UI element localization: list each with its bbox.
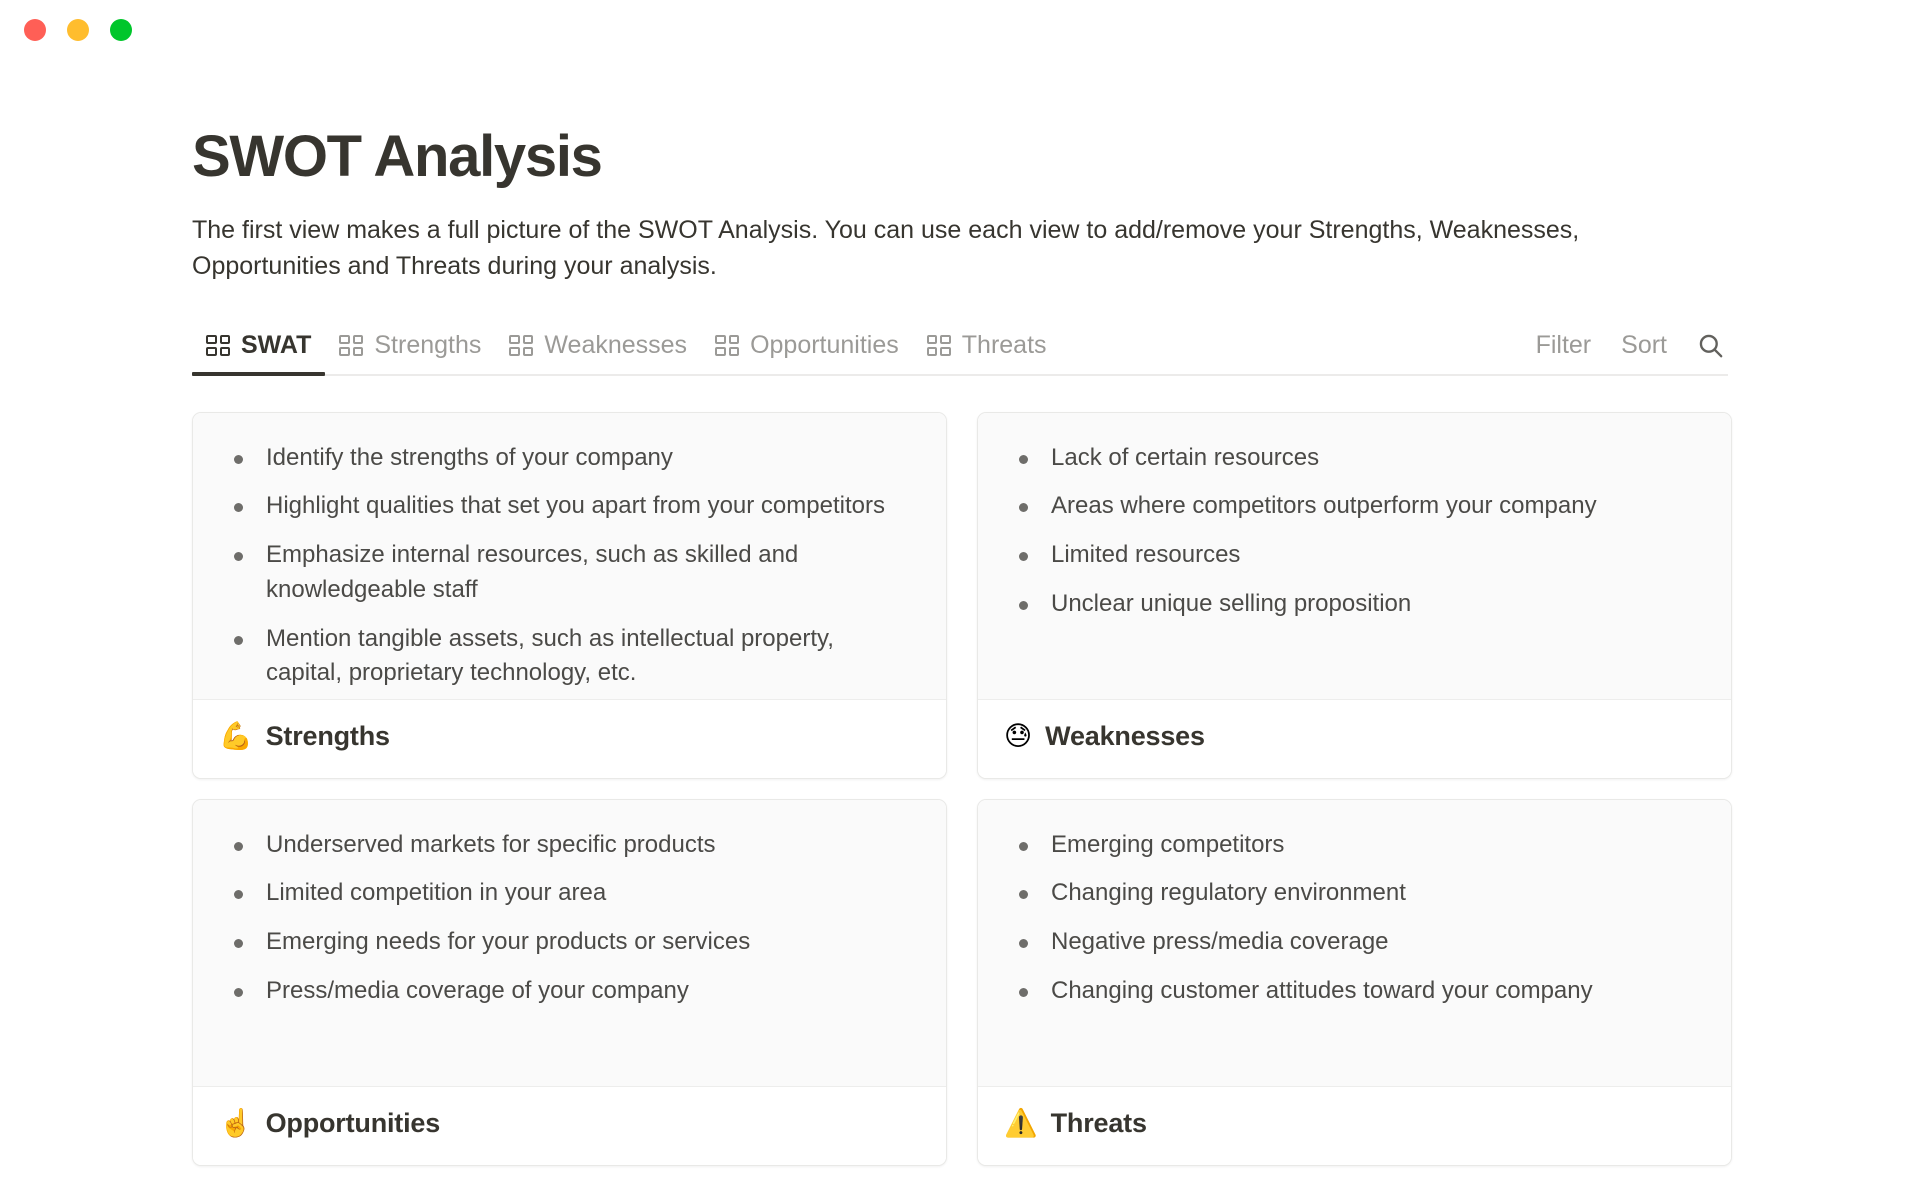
card-bullet-list: Emerging competitors Changing regulatory…	[1012, 828, 1697, 1009]
card-body: Identify the strengths of your company H…	[193, 412, 946, 700]
list-item: Mention tangible assets, such as intelle…	[227, 622, 912, 692]
card-weaknesses[interactable]: Lack of certain resources Areas where co…	[977, 411, 1732, 779]
view-tabbar: SWAT Strengths Weaknesses Opportunities	[192, 331, 1728, 376]
card-bullet-list: Underserved markets for specific product…	[227, 828, 912, 1009]
view-tabs: SWAT Strengths Weaknesses Opportunities	[192, 330, 1061, 376]
list-item: Changing regulatory environment	[1012, 876, 1697, 911]
window-titlebar	[0, 0, 1920, 60]
page-title: SWOT Analysis	[192, 124, 603, 189]
tab-label: Opportunities	[750, 330, 899, 359]
page-container: SWOT Analysis The first view makes a ful…	[0, 128, 1920, 1166]
page-description: The first view makes a full picture of t…	[192, 216, 1580, 281]
card-footer: 😓 Weaknesses	[978, 699, 1731, 778]
tab-threats[interactable]: Threats	[913, 331, 1061, 374]
index-pointing-up-emoji: ☝️	[219, 1108, 253, 1139]
card-footer: ☝️ Opportunities	[193, 1086, 946, 1165]
list-item: Changing customer attitudes toward your …	[1012, 974, 1697, 1009]
list-item: Negative press/media coverage	[1012, 925, 1697, 960]
card-body: Emerging competitors Changing regulatory…	[978, 799, 1731, 1087]
downcast-face-with-sweat-emoji: 😓	[1004, 721, 1033, 752]
card-threats[interactable]: Emerging competitors Changing regulatory…	[977, 798, 1732, 1166]
tab-weaknesses[interactable]: Weaknesses	[495, 331, 701, 374]
tab-opportunities[interactable]: Opportunities	[701, 331, 913, 374]
card-opportunities[interactable]: Underserved markets for specific product…	[192, 798, 947, 1166]
gallery-view-icon	[509, 334, 534, 356]
list-item: Identify the strengths of your company	[227, 441, 912, 476]
card-bullet-list: Identify the strengths of your company H…	[227, 441, 912, 692]
gallery-view-icon	[339, 334, 364, 356]
gallery-view-icon	[926, 334, 951, 356]
card-title: Opportunities	[265, 1108, 441, 1138]
tab-label: Strengths	[374, 330, 482, 359]
list-item: Highlight qualities that set you apart f…	[227, 489, 912, 524]
close-window-button[interactable]	[24, 19, 46, 41]
card-title: Strengths	[265, 721, 390, 751]
list-item: Lack of certain resources	[1012, 441, 1697, 476]
gallery-view-icon	[715, 334, 740, 356]
list-item: Emerging competitors	[1012, 828, 1697, 863]
list-item: Emerging needs for your products or serv…	[227, 925, 912, 960]
list-item: Limited resources	[1012, 538, 1697, 573]
search-icon[interactable]	[1697, 332, 1724, 359]
card-footer: ⚠️ Threats	[978, 1086, 1731, 1165]
flexed-biceps-emoji: 💪	[219, 721, 253, 752]
warning-emoji: ⚠️	[1004, 1108, 1038, 1139]
card-body: Lack of certain resources Areas where co…	[978, 412, 1731, 700]
list-item: Press/media coverage of your company	[227, 974, 912, 1009]
page-content: SWOT Analysis The first view makes a ful…	[192, 124, 1732, 1166]
list-item: Limited competition in your area	[227, 876, 912, 911]
tab-strengths[interactable]: Strengths	[325, 331, 495, 374]
tab-label: SWAT	[241, 330, 312, 359]
card-footer: 💪 Strengths	[193, 699, 946, 778]
list-item: Areas where competitors outperform your …	[1012, 489, 1697, 524]
list-item: Emphasize internal resources, such as sk…	[227, 538, 912, 608]
list-item: Unclear unique selling proposition	[1012, 587, 1697, 622]
card-strengths[interactable]: Identify the strengths of your company H…	[192, 411, 947, 779]
view-toolbar: Filter Sort	[1536, 331, 1728, 374]
card-bullet-list: Lack of certain resources Areas where co…	[1012, 441, 1697, 622]
window-traffic-lights	[24, 19, 132, 41]
sort-button[interactable]: Sort	[1621, 331, 1667, 360]
card-body: Underserved markets for specific product…	[193, 799, 946, 1087]
card-title: Weaknesses	[1045, 721, 1205, 751]
maximize-window-button[interactable]	[110, 19, 132, 41]
list-item: Underserved markets for specific product…	[227, 828, 912, 863]
gallery-view-icon	[206, 334, 230, 356]
swot-gallery-grid: Identify the strengths of your company H…	[192, 411, 1732, 1166]
filter-button[interactable]: Filter	[1536, 331, 1592, 360]
tab-label: Weaknesses	[544, 330, 688, 359]
tab-label: Threats	[961, 330, 1047, 359]
tab-swat[interactable]: SWAT	[192, 330, 326, 376]
card-title: Threats	[1050, 1108, 1147, 1138]
minimize-window-button[interactable]	[67, 19, 89, 41]
